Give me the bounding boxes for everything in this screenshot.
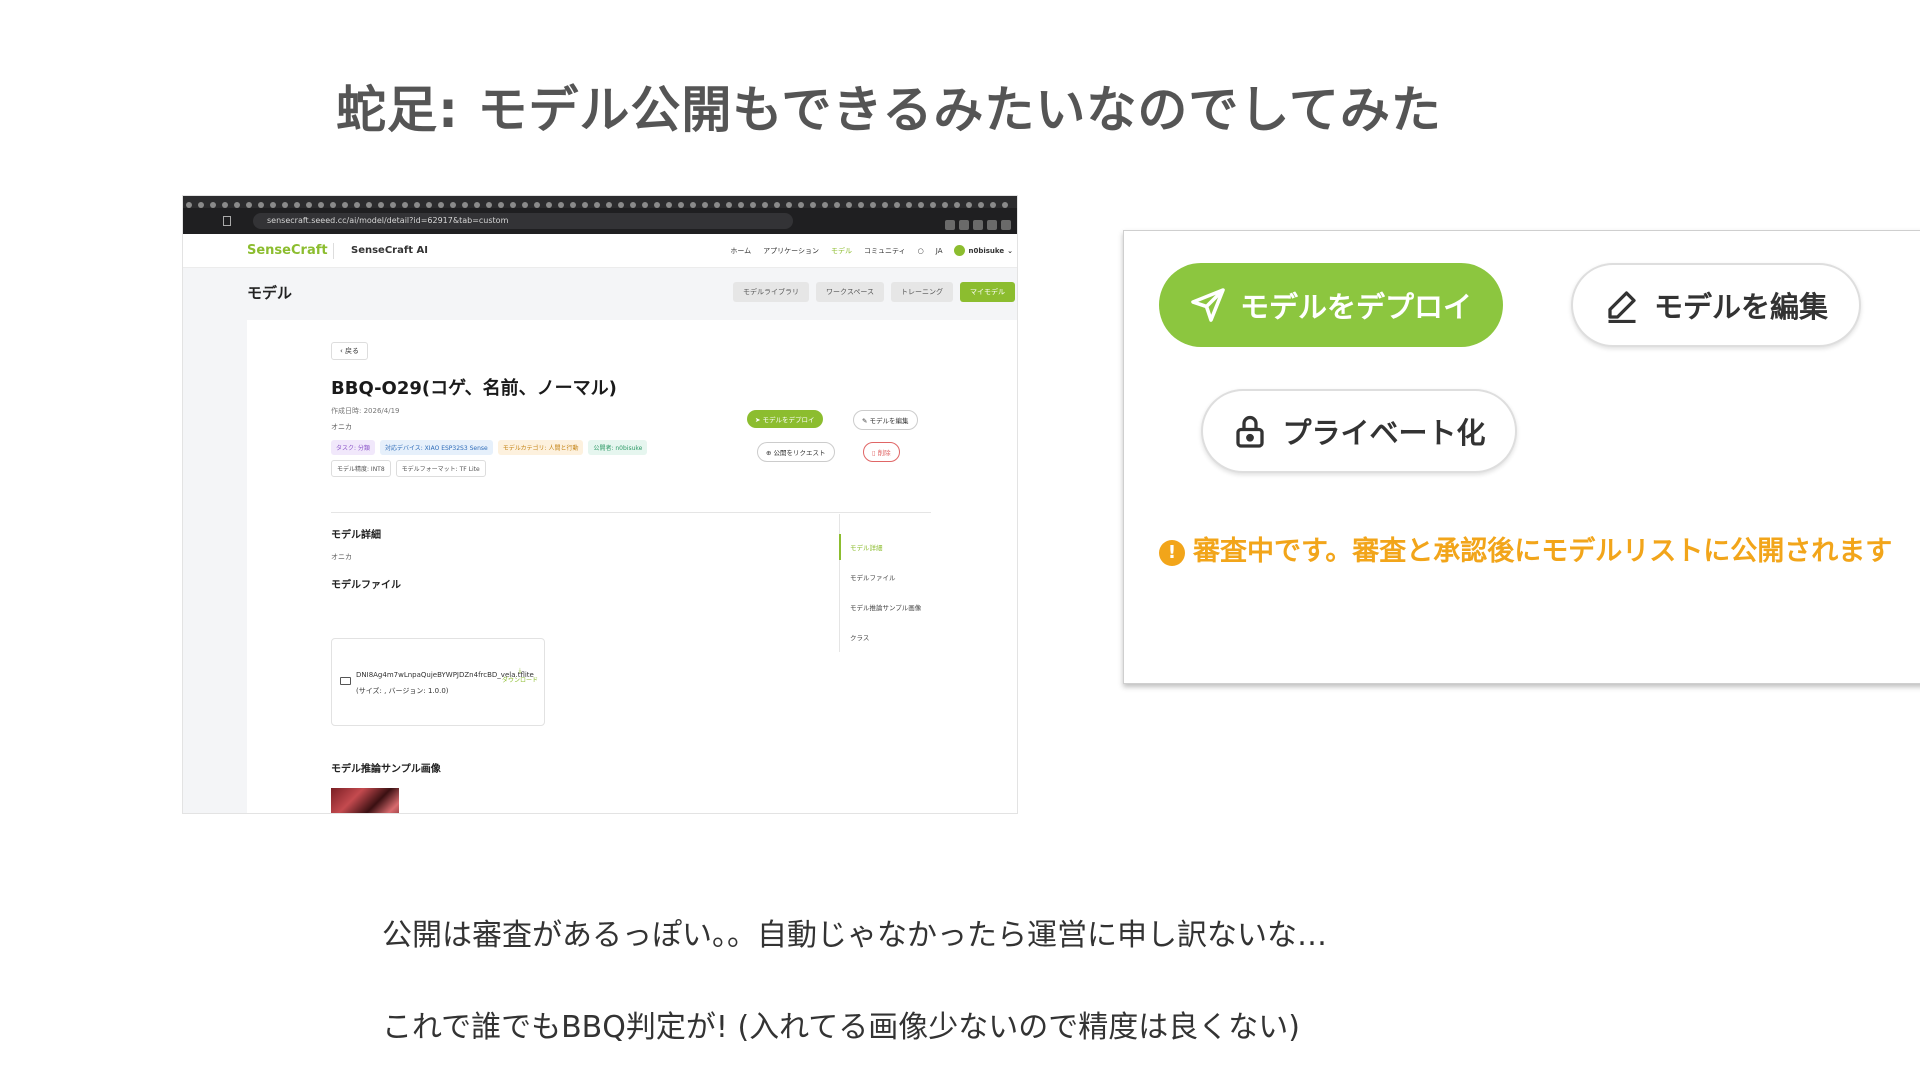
app-name: SenseCraft AI — [351, 245, 428, 256]
lock-icon — [1236, 415, 1265, 448]
model-author: オニカ — [331, 423, 352, 431]
download-button[interactable]: ⤓ ダウンロード — [502, 667, 538, 684]
tag-precision: モデル精度: INT8 — [331, 460, 391, 477]
model-title: BBQ-O29(コゲ、名前、ノーマル) — [331, 378, 617, 399]
help-icon[interactable]: ○ — [918, 247, 924, 255]
model-action-buttons: ➤ モデルをデプロイ ✎ モデルを編集 ⊕ 公開をリクエスト ▯ 削除 — [747, 410, 927, 470]
nav-language[interactable]: JA — [936, 247, 943, 255]
tag-format: モデルフォーマット: TF Lite — [395, 460, 486, 477]
avatar — [954, 245, 966, 256]
address-bar[interactable]: sensecraft.seeed.cc/ai/model/detail?id=6… — [253, 213, 793, 229]
toc-item-classes[interactable]: クラス — [850, 632, 869, 642]
model-tags: タスク: 分類 対応デバイス: XIAO ESP32S3 Sense モデルカテ… — [331, 440, 691, 477]
created-date: 作成日時: 2026/4/19 — [331, 407, 400, 415]
nav-links: ホーム アプリケーション モデル コミュニティ ○ JA n0bisuke ⌄ — [730, 245, 1013, 256]
tab-training[interactable]: トレーニング — [891, 282, 953, 302]
delete-button[interactable]: ▯ 削除 — [863, 442, 900, 462]
model-detail-text: オニカ — [331, 553, 352, 561]
send-icon — [1191, 288, 1225, 322]
table-of-contents: モデル詳細 モデルファイル モデル推論サンプル画像 クラス — [839, 514, 939, 652]
caption-bbq: これで誰でもBBQ判定が! (入れてる画像少ないので精度は良くない) — [382, 1010, 1300, 1045]
nav-home[interactable]: ホーム — [730, 246, 751, 256]
page-title: モデル — [247, 284, 293, 302]
edit-button-small[interactable]: ✎ モデルを編集 — [853, 410, 918, 430]
caption-review: 公開は審査があるっぽい。。自動じゃなかったら運営に申し訳ないな… — [382, 918, 1327, 953]
model-file-card: DNI8Ag4m7wLnpaQujeBYWPJDZn4frcBD_vela.tf… — [331, 638, 545, 726]
tag-device: 対応デバイス: XIAO ESP32S3 Sense — [379, 440, 493, 455]
nav-applications[interactable]: アプリケーション — [763, 246, 819, 256]
info-icon: ! — [1159, 539, 1185, 566]
pencil-icon: ✎ — [862, 417, 870, 425]
section-model-detail: モデル詳細 — [331, 530, 381, 541]
bookmark-icon[interactable] — [223, 216, 231, 226]
nav-community[interactable]: コミュニティ — [864, 246, 906, 256]
sample-image-thumbnail[interactable] — [331, 788, 399, 813]
deploy-model-button[interactable]: モデルをデプロイ — [1159, 263, 1503, 347]
tab-model-library[interactable]: モデルライブラリ — [733, 282, 810, 302]
section-model-files: モデルファイル — [331, 580, 401, 591]
extension-icons — [941, 215, 1011, 234]
toc-active-marker — [839, 534, 841, 560]
tab-my-models[interactable]: マイモデル — [960, 282, 1015, 302]
download-icon: ⤓ — [518, 667, 522, 674]
edit-model-button[interactable]: モデルを編集 — [1571, 263, 1861, 347]
request-public-button[interactable]: ⊕ 公開をリクエスト — [757, 442, 835, 462]
tab-workspace[interactable]: ワークスペース — [816, 282, 884, 302]
section-sample-images: モデル推論サンプル画像 — [331, 764, 441, 775]
back-button[interactable]: ‹ 戻る — [331, 342, 369, 360]
make-private-button[interactable]: プライベート化 — [1201, 389, 1517, 473]
user-menu[interactable]: n0bisuke ⌄ — [954, 245, 1013, 256]
send-icon: ➤ — [755, 416, 763, 424]
screenshot-panel: sensecraft.seeed.cc/ai/model/detail?id=6… — [182, 195, 1018, 814]
chevron-down-icon: ⌄ — [1007, 246, 1013, 255]
file-name: DNI8Ag4m7wLnpaQujeBYWPJDZn4frcBD_vela.tf… — [356, 671, 534, 695]
toc-item-files[interactable]: モデルファイル — [850, 572, 896, 582]
pencil-icon — [1608, 291, 1636, 323]
page-header: モデル モデルライブラリ ワークスペース トレーニング マイモデル — [183, 268, 1017, 316]
toc-item-detail[interactable]: モデル詳細 — [850, 542, 883, 552]
slide-title: 蛇足: モデル公開もできるみたいなのでしてみた — [336, 81, 1442, 139]
tag-publisher: 公開者: n0bisuke — [588, 440, 648, 455]
browser-toolbar: sensecraft.seeed.cc/ai/model/detail?id=6… — [183, 208, 1017, 234]
deploy-button-small[interactable]: ➤ モデルをデプロイ — [747, 410, 823, 428]
model-detail-card: ‹ 戻る BBQ-O29(コゲ、名前、ノーマル) 作成日時: 2026/4/19… — [247, 320, 1017, 813]
tag-category: モデルカテゴリ: 人間と行動 — [497, 440, 584, 455]
section-divider — [331, 512, 931, 513]
toc-item-samples[interactable]: モデル推論サンプル画像 — [850, 602, 921, 612]
tag-task: タスク: 分類 — [331, 440, 375, 455]
browser-tab-strip — [183, 196, 1017, 208]
page-tabs: モデルライブラリ ワークスペース トレーニング マイモデル — [733, 282, 1015, 302]
review-notice: ! 審査中です。審査と承認後にモデルリストに公開されます — [1159, 531, 1899, 573]
sensecraft-logo[interactable]: SenseCraft — [247, 243, 328, 258]
app-navbar: SenseCraft SenseCraft AI ホーム アプリケーション モデ… — [183, 234, 1017, 268]
zoomed-actions-panel: モデルをデプロイ モデルを編集 プライベート化 ! 審査中です。審査と承認後にモデ… — [1123, 230, 1920, 684]
folder-icon — [340, 677, 351, 685]
logo-divider — [333, 243, 334, 259]
nav-models[interactable]: モデル — [831, 246, 852, 256]
globe-icon: ⊕ — [766, 449, 774, 457]
